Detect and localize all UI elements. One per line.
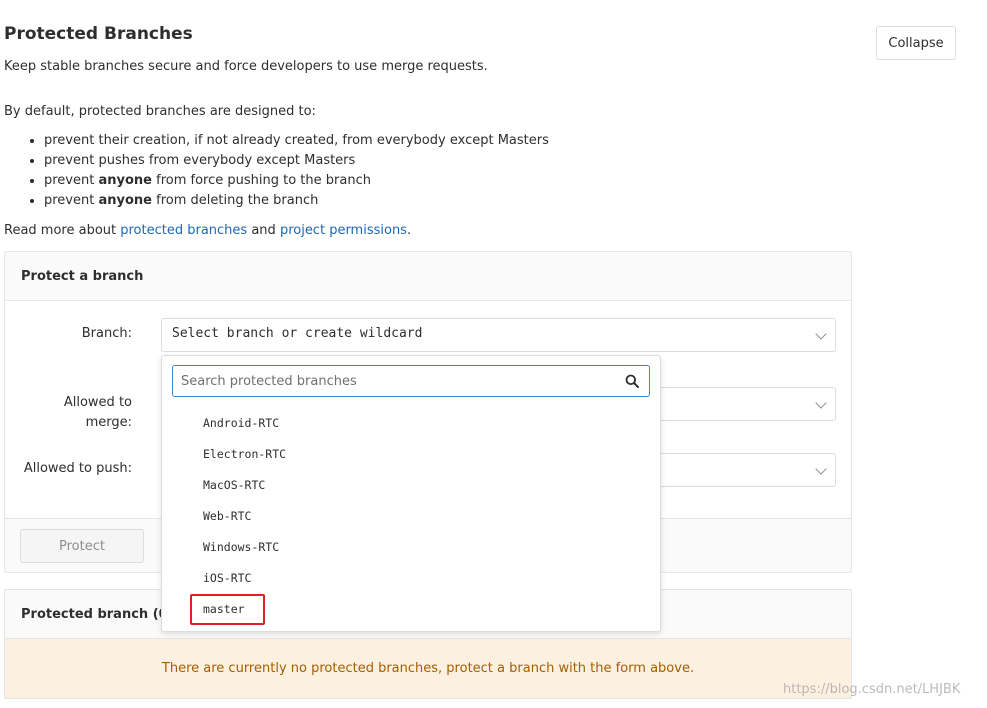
rule-item: prevent anyone from force pushing to the… — [44, 171, 549, 191]
project-permissions-link[interactable]: project permissions — [280, 223, 407, 238]
watermark: https://blog.csdn.net/LHJBK — [783, 682, 961, 697]
allowed-to-push-label: Allowed to push: — [23, 461, 132, 476]
branch-select[interactable]: Select branch or create wildcard — [161, 318, 836, 352]
search-icon — [625, 374, 639, 388]
protected-branches-link[interactable]: protected branches — [120, 223, 247, 238]
branch-dropdown: Android-RTC Electron-RTC MacOS-RTC Web-R… — [161, 355, 661, 632]
page-title: Protected Branches — [4, 24, 193, 44]
branch-option[interactable]: iOS-RTC — [162, 562, 660, 593]
chevron-down-icon — [815, 328, 827, 340]
allowed-to-merge-label: Allowed to merge: — [63, 395, 132, 430]
empty-state-message: There are currently no protected branche… — [5, 639, 851, 698]
chevron-down-icon — [815, 463, 827, 475]
protect-button[interactable]: Protect — [20, 529, 144, 563]
branch-select-value: Select branch or create wildcard — [172, 326, 423, 341]
collapse-button[interactable]: Collapse — [876, 26, 956, 60]
protect-panel-title: Protect a branch — [5, 252, 851, 301]
page-subtitle: Keep stable branches secure and force de… — [4, 59, 488, 74]
rule-item: prevent their creation, if not already c… — [44, 131, 549, 151]
rules-list: prevent their creation, if not already c… — [16, 131, 549, 211]
chevron-down-icon — [815, 397, 827, 409]
dropdown-search — [172, 365, 650, 397]
read-more: Read more about protected branches and p… — [4, 223, 412, 238]
rule-item: prevent pushes from everybody except Mas… — [44, 151, 549, 171]
search-input[interactable] — [173, 366, 613, 396]
branch-option[interactable]: MacOS-RTC — [162, 469, 660, 500]
rule-item: prevent anyone from deleting the branch — [44, 191, 549, 211]
branch-option[interactable]: Electron-RTC — [162, 438, 660, 469]
protected-branches-settings: Protected Branches Keep stable branches … — [0, 0, 987, 708]
intro-text: By default, protected branches are desig… — [4, 104, 316, 119]
branch-option[interactable]: Windows-RTC — [162, 531, 660, 562]
branch-option[interactable]: Web-RTC — [162, 500, 660, 531]
branch-option[interactable]: Android-RTC — [162, 407, 660, 438]
branch-label: Branch: — [81, 326, 132, 341]
branch-list: Android-RTC Electron-RTC MacOS-RTC Web-R… — [162, 407, 660, 624]
branch-option-master[interactable]: master — [162, 593, 660, 624]
